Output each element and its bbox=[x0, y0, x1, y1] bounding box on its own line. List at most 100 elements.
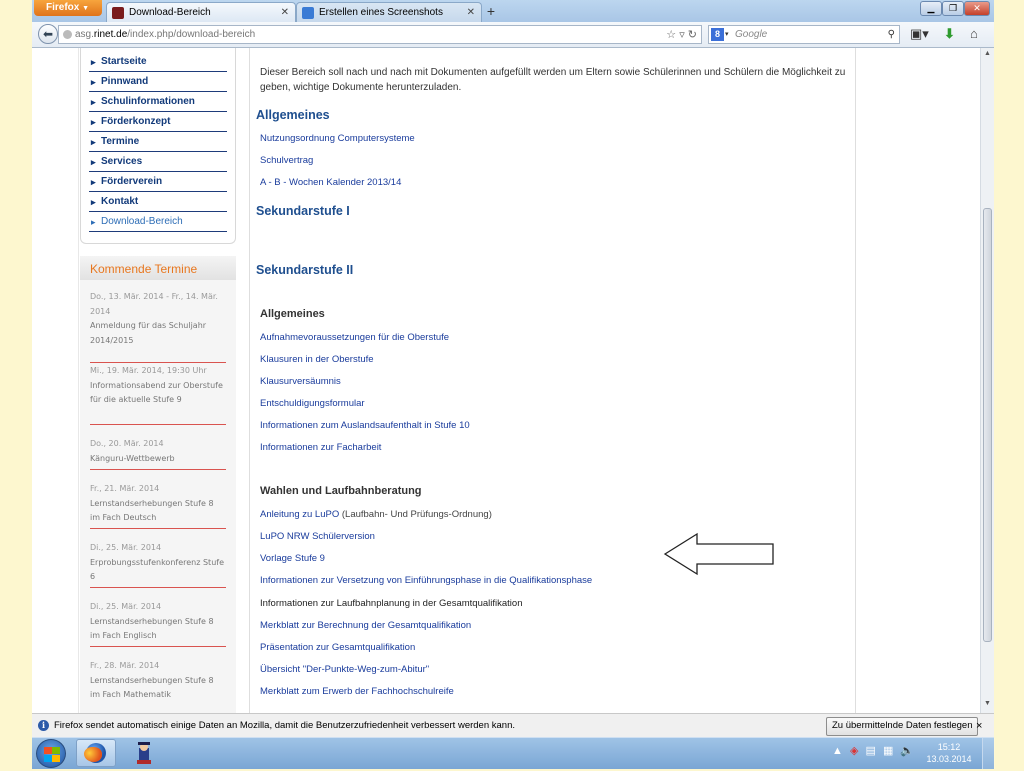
back-button[interactable]: ⬅ bbox=[38, 24, 58, 44]
sidebar-item-kontakt[interactable]: Kontakt bbox=[89, 192, 227, 212]
firefox-icon bbox=[84, 743, 106, 763]
link-laufbahnplanung[interactable]: Informationen zur Laufbahnplanung in der… bbox=[260, 598, 522, 609]
bookmark-star-icon[interactable]: ☆ ▿ ↻ bbox=[666, 26, 697, 44]
event-separator bbox=[90, 646, 226, 647]
event-item[interactable]: Mi., 19. Mär. 2014, 19:30 Uhr Information… bbox=[90, 364, 226, 408]
home-icon[interactable]: ⌂ bbox=[970, 26, 978, 42]
site-favicon bbox=[302, 7, 314, 19]
firefox-menu-button[interactable]: Firefox ▼ bbox=[34, 0, 102, 16]
event-item[interactable]: Fr., 28. Mär. 2014 Lernstandserhebungen S… bbox=[90, 659, 226, 703]
event-item[interactable]: Do., 13. Mär. 2014 - Fr., 14. Mär. 2014 A… bbox=[90, 290, 226, 348]
link-anleitung-lupo[interactable]: Anleitung zu LuPO bbox=[260, 509, 339, 520]
search-placeholder: Google bbox=[735, 29, 768, 40]
url-bar[interactable]: asg.rinet.de/index.php/download-bereich … bbox=[58, 25, 702, 44]
event-item[interactable]: Di., 25. Mär. 2014 Lernstandserhebungen S… bbox=[90, 600, 226, 644]
event-separator bbox=[90, 424, 226, 425]
event-item[interactable]: Di., 25. Mär. 2014 Erprobungsstufenkonfer… bbox=[90, 541, 226, 585]
event-date: Do., 20. Mär. 2014 bbox=[90, 439, 164, 448]
taskbar: ▲ ◈ ▤ ▦ 🔈 15:12 13.03.2014 bbox=[32, 737, 995, 769]
taskbar-firefox[interactable] bbox=[76, 739, 116, 767]
link-aufnahmevoraussetzungen[interactable]: Aufnahmevoraussetzungen für die Oberstuf… bbox=[260, 332, 449, 343]
sidebar-item-startseite[interactable]: Startseite bbox=[89, 52, 227, 72]
event-title: Lernstandserhebungen Stufe 8 im Fach Deu… bbox=[90, 498, 214, 523]
sidebar-item-schulinformationen[interactable]: Schulinformationen bbox=[89, 92, 227, 112]
event-title: Anmeldung für das Schuljahr 2014/2015 bbox=[90, 321, 207, 345]
link-klausuren[interactable]: Klausuren in der Oberstufe bbox=[260, 354, 374, 365]
link-entschuldigungsformular[interactable]: Entschuldigungsformular bbox=[260, 398, 365, 409]
tab-bar: Firefox ▼ Download-Bereich ✕ Erstellen e… bbox=[32, 0, 994, 22]
close-tab-icon[interactable]: ✕ bbox=[281, 3, 289, 23]
link-praesentation[interactable]: Präsentation zur Gesamtqualifikation bbox=[260, 642, 415, 653]
link-fachhochschulreife[interactable]: Merkblatt zum Erwerb der Fachhochschulre… bbox=[260, 686, 454, 697]
link-vorlage-stufe-9[interactable]: Vorlage Stufe 9 bbox=[260, 553, 325, 564]
tab-screenshots[interactable]: Erstellen eines Screenshots ✕ bbox=[296, 2, 482, 22]
link-ab-wochen-kalender[interactable]: A - B - Wochen Kalender 2013/14 bbox=[260, 177, 401, 188]
chevron-down-icon[interactable]: ▾ bbox=[725, 26, 729, 44]
link-anleitung-lupo-row: Anleitung zu LuPO (Laufbahn- Und Prüfung… bbox=[260, 509, 492, 520]
new-tab-button[interactable]: + bbox=[482, 3, 500, 21]
intro-text: Dieser Bereich soll nach und nach mit Do… bbox=[260, 67, 846, 93]
event-date: Mi., 19. Mär. 2014, 19:30 Uhr bbox=[90, 366, 207, 375]
search-icon[interactable]: ⚲ bbox=[888, 26, 895, 44]
volume-icon[interactable]: 🔈 bbox=[900, 745, 914, 757]
lupo-suffix: (Laufbahn- Und Prüfungs-Ordnung) bbox=[339, 509, 492, 520]
link-versetzung[interactable]: Informationen zur Versetzung von Einführ… bbox=[260, 575, 592, 586]
link-facharbeit[interactable]: Informationen zur Facharbeit bbox=[260, 442, 381, 453]
events-heading: Kommende Termine bbox=[80, 256, 236, 280]
bookmarks-menu-icon[interactable]: ▣▾ bbox=[910, 26, 929, 42]
tab-label: Download-Bereich bbox=[129, 7, 211, 18]
link-klausurversaeumnis[interactable]: Klausurversäumnis bbox=[260, 376, 341, 387]
scrollbar-thumb[interactable] bbox=[983, 208, 992, 642]
search-input[interactable]: 8 ▾ Google ⚲ bbox=[708, 25, 900, 44]
system-tray: ▲ ◈ ▤ ▦ 🔈 bbox=[832, 744, 914, 757]
download-icon[interactable]: ⬇ bbox=[944, 26, 955, 42]
show-desktop-button[interactable] bbox=[982, 738, 995, 769]
start-button[interactable] bbox=[36, 739, 66, 768]
tab-download-bereich[interactable]: Download-Bereich ✕ bbox=[106, 2, 296, 22]
link-lupo-schuelerversion[interactable]: LuPO NRW Schülerversion bbox=[260, 531, 375, 542]
event-title: Lernstandserhebungen Stufe 8 im Fach Eng… bbox=[90, 616, 214, 641]
scroll-down-icon[interactable]: ▼ bbox=[984, 700, 991, 707]
dropdown-icon: ▼ bbox=[82, 5, 90, 12]
link-schulvertrag[interactable]: Schulvertrag bbox=[260, 155, 313, 166]
event-date: Di., 25. Mär. 2014 bbox=[90, 602, 162, 611]
link-merkblatt-berechnung[interactable]: Merkblatt zur Berechnung der Gesamtquali… bbox=[260, 620, 471, 631]
show-hidden-icons-icon[interactable]: ▲ bbox=[832, 745, 843, 757]
link-auslandsaufenthalt[interactable]: Informationen zum Auslandsaufenthalt in … bbox=[260, 420, 470, 431]
event-separator bbox=[90, 528, 226, 529]
sidebar-item-termine[interactable]: Termine bbox=[89, 132, 227, 152]
clock[interactable]: 15:12 13.03.2014 bbox=[924, 741, 974, 765]
taskbar-app[interactable] bbox=[124, 739, 164, 767]
event-date: Fr., 21. Mär. 2014 bbox=[90, 484, 160, 493]
sidebar-item-pinnwand[interactable]: Pinnwand bbox=[89, 72, 227, 92]
minimize-button[interactable]: ▁ bbox=[920, 1, 942, 16]
display-icon[interactable]: ▦ bbox=[883, 745, 893, 757]
event-separator bbox=[90, 587, 226, 588]
heading-wahlen: Wahlen und Laufbahnberatung bbox=[260, 485, 422, 497]
sidebar-item-services[interactable]: Services bbox=[89, 152, 227, 172]
vertical-scrollbar[interactable]: ▲ ▼ bbox=[980, 48, 994, 713]
heading-allgemeines: Allgemeines bbox=[256, 108, 330, 122]
close-tab-icon[interactable]: ✕ bbox=[467, 3, 475, 23]
link-nutzungsordnung[interactable]: Nutzungsordnung Computersysteme bbox=[260, 133, 415, 144]
page-content: Startseite Pinnwand Schulinformationen F… bbox=[32, 48, 980, 713]
search-engine-icon[interactable]: 8 bbox=[711, 28, 724, 41]
choose-data-button[interactable]: Zu übermittelnde Daten festlegen bbox=[826, 717, 979, 736]
sidebar-item-download-bereich[interactable]: Download-Bereich bbox=[89, 212, 227, 232]
event-title: Lernstandserhebungen Stufe 8 im Fach Mat… bbox=[90, 675, 214, 700]
event-item[interactable]: Fr., 21. Mär. 2014 Lernstandserhebungen S… bbox=[90, 482, 226, 526]
network-icon[interactable]: ▤ bbox=[865, 745, 875, 757]
event-title: Informationsabend zur Oberstufe für die … bbox=[90, 380, 223, 405]
security-icon[interactable]: ◈ bbox=[850, 745, 858, 757]
restore-button[interactable]: ❐ bbox=[942, 1, 964, 16]
scroll-up-icon[interactable]: ▲ bbox=[984, 50, 991, 57]
event-item[interactable]: Do., 20. Mär. 2014 Känguru-Wettbewerb bbox=[90, 437, 226, 466]
sidebar-item-foerderkonzept[interactable]: Förderkonzept bbox=[89, 112, 227, 132]
notification-bar: i Firefox sendet automatisch einige Date… bbox=[32, 713, 994, 738]
firefox-menu-label: Firefox bbox=[46, 2, 80, 13]
sidebar-item-foerderverein[interactable]: Förderverein bbox=[89, 172, 227, 192]
close-notification-icon[interactable]: × bbox=[976, 714, 982, 738]
link-punkte-weg[interactable]: Übersicht "Der-Punkte-Weg-zum-Abitur" bbox=[260, 664, 429, 675]
event-separator bbox=[90, 469, 226, 470]
close-window-button[interactable]: ✕ bbox=[964, 1, 990, 16]
